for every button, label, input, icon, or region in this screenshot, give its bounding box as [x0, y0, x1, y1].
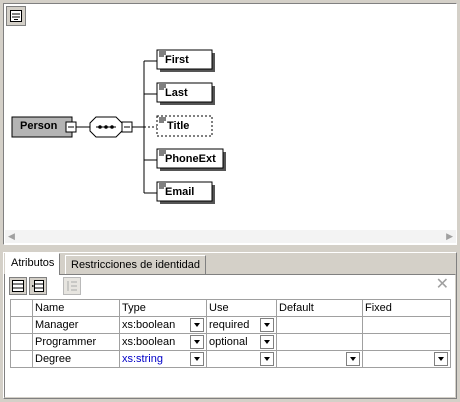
- attribute-name-cell[interactable]: Manager: [32, 316, 120, 334]
- type-dropdown-icon[interactable]: [190, 352, 204, 366]
- tab-identity-constraints[interactable]: Restricciones de identidad: [65, 255, 207, 274]
- details-panel: Atributos Restricciones de identidad ✕ N…: [3, 252, 457, 399]
- schema-diagram: [11, 49, 226, 204]
- insert-row-icon: [32, 280, 44, 292]
- attribute-use-cell[interactable]: required: [206, 316, 277, 334]
- sort-attributes-button[interactable]: [63, 277, 81, 295]
- attributes-pane: ✕ Name Type Use Default Fixed Manager xs…: [4, 274, 456, 398]
- use-dropdown-icon[interactable]: [260, 352, 274, 366]
- tab-attributes-label: Atributos: [11, 257, 55, 269]
- table-header-row: Name Type Use Default Fixed: [10, 299, 451, 317]
- sequence-compositor[interactable]: [89, 116, 133, 138]
- attribute-default-cell[interactable]: [276, 316, 363, 334]
- attribute-name-cell[interactable]: Programmer: [32, 333, 120, 351]
- scroll-left-icon[interactable]: ◀: [8, 230, 15, 243]
- attribute-type-cell[interactable]: xs:string: [119, 350, 207, 368]
- column-header-use[interactable]: Use: [206, 299, 277, 317]
- diagram-panel: Person First Last Title PhoneExt Email ◀…: [3, 3, 457, 245]
- delete-attribute-icon[interactable]: ✕: [436, 277, 449, 293]
- attribute-use-value: optional: [209, 336, 248, 348]
- toggle-view-button[interactable]: [6, 6, 26, 26]
- tab-attributes[interactable]: Atributos: [5, 253, 61, 275]
- table-row[interactable]: Manager xs:boolean required: [10, 316, 451, 334]
- attributes-table: Name Type Use Default Fixed Manager xs:b…: [10, 299, 451, 368]
- default-dropdown-icon[interactable]: [346, 352, 360, 366]
- attribute-default-cell[interactable]: [276, 333, 363, 351]
- row-selector[interactable]: [10, 333, 33, 351]
- row-selector[interactable]: [10, 350, 33, 368]
- attribute-fixed-cell[interactable]: [362, 350, 451, 368]
- tab-identity-constraints-label: Restricciones de identidad: [71, 259, 201, 271]
- horizontal-scrollbar[interactable]: ◀ ▶: [5, 230, 456, 243]
- attribute-fixed-cell[interactable]: [362, 316, 451, 334]
- table-row[interactable]: Programmer xs:boolean optional: [10, 333, 451, 351]
- append-attribute-button[interactable]: [9, 277, 27, 295]
- use-dropdown-icon[interactable]: [260, 335, 274, 349]
- attribute-type-value: xs:boolean: [122, 336, 176, 348]
- attribute-use-cell[interactable]: [206, 350, 277, 368]
- attribute-type-cell[interactable]: xs:boolean: [119, 316, 207, 334]
- attribute-default-cell[interactable]: [276, 350, 363, 368]
- content-model-icon: [10, 10, 22, 22]
- row-selector[interactable]: [10, 316, 33, 334]
- column-header-type[interactable]: Type: [119, 299, 207, 317]
- element-label-title: Title: [167, 120, 190, 132]
- attribute-use-cell[interactable]: optional: [206, 333, 277, 351]
- type-dropdown-icon[interactable]: [190, 318, 204, 332]
- attribute-use-value: required: [209, 319, 250, 331]
- sort-icon: [67, 281, 77, 291]
- panel-splitter[interactable]: [0, 247, 460, 251]
- element-label-email: Email: [165, 186, 195, 198]
- element-label-last: Last: [165, 87, 188, 99]
- type-dropdown-icon[interactable]: [190, 335, 204, 349]
- fixed-dropdown-icon[interactable]: [434, 352, 448, 366]
- attribute-type-value: xs:string: [122, 353, 163, 365]
- row-selector-header: [10, 299, 33, 317]
- scroll-right-icon[interactable]: ▶: [446, 230, 453, 243]
- use-dropdown-icon[interactable]: [260, 318, 274, 332]
- root-element-label: Person: [20, 120, 58, 132]
- column-header-name[interactable]: Name: [32, 299, 120, 317]
- attribute-type-value: xs:boolean: [122, 319, 176, 331]
- attribute-type-cell[interactable]: xs:boolean: [119, 333, 207, 351]
- append-row-icon: [12, 280, 24, 292]
- table-row[interactable]: Degree xs:string: [10, 350, 451, 368]
- attribute-name-cell[interactable]: Degree: [32, 350, 120, 368]
- insert-attribute-button[interactable]: [29, 277, 47, 295]
- element-label-first: First: [165, 54, 189, 66]
- element-label-phoneext: PhoneExt: [165, 153, 216, 165]
- column-header-default[interactable]: Default: [276, 299, 363, 317]
- column-header-fixed[interactable]: Fixed: [362, 299, 451, 317]
- attribute-fixed-cell[interactable]: [362, 333, 451, 351]
